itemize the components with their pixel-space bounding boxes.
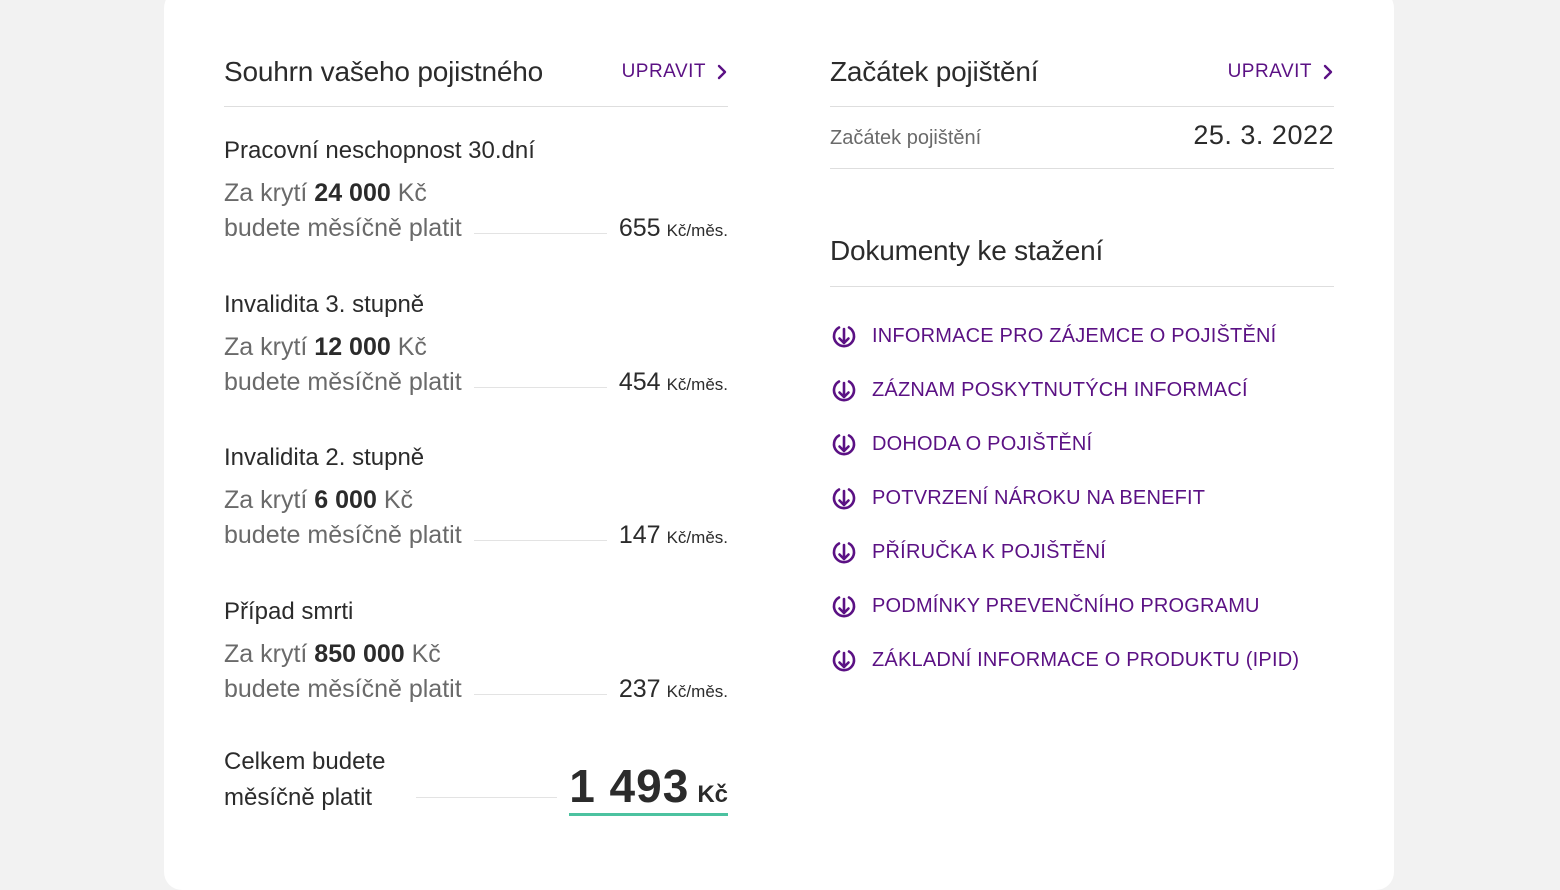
documents-header: Dokumenty ke stažení <box>830 231 1334 271</box>
monthly-payment-label: budete měsíčně platit <box>224 368 462 396</box>
document-label: PODMÍNKY PREVENČNÍHO PROGRAMU <box>872 594 1260 617</box>
leader-line <box>473 233 607 234</box>
monthly-payment-row: budete měsíčně platit 454 Kč/měs. <box>224 368 728 402</box>
coverage-amount-line: Za krytí 12 000 Kč <box>224 332 728 362</box>
insurance-start-title: Začátek pojištění <box>830 56 1039 87</box>
chevron-right-icon <box>717 64 727 80</box>
monthly-amount: 454 <box>618 368 661 396</box>
leader-line <box>416 797 558 798</box>
coverage-title: Pracovní neschopnost 30.dní <box>224 137 535 164</box>
coverage-amount: 850 000 <box>314 640 405 668</box>
documents-list: INFORMACE PRO ZÁJEMCE O POJIŠTĚNÍ ZÁZNAM… <box>830 309 1334 687</box>
divider <box>830 286 1334 287</box>
download-icon <box>832 542 856 564</box>
coverage-currency: Kč <box>383 486 413 514</box>
total-label-line: Celkem budete <box>224 748 386 775</box>
download-icon <box>832 380 856 402</box>
insurance-start-header: Začátek pojištění UPRAVIT <box>830 52 1334 92</box>
divider <box>830 168 1334 169</box>
total-currency: Kč <box>697 781 728 808</box>
monthly-amount: 655 <box>618 214 661 242</box>
download-icon <box>832 488 856 510</box>
coverage-prefix: Za krytí <box>224 486 308 514</box>
document-label: INFORMACE PRO ZÁJEMCE O POJIŠTĚNÍ <box>872 324 1277 347</box>
document-label: PŘÍRUČKA K POJIŠTĚNÍ <box>872 540 1107 563</box>
start-date-value: 25. 3. 2022 <box>1193 120 1334 150</box>
start-date-row: Začátek pojištění 25. 3. 2022 <box>830 120 1334 151</box>
monthly-amount: 237 <box>618 675 661 703</box>
download-icon <box>832 596 856 618</box>
coverage-amount: 24 000 <box>314 179 391 207</box>
monthly-unit: Kč/měs. <box>666 221 728 240</box>
coverage-item: Invalidita 3. stupně Za krytí 12 000 Kč … <box>224 290 728 402</box>
document-label: POTVRZENÍ NÁROKU NA BENEFIT <box>872 486 1206 509</box>
monthly-unit: Kč/měs. <box>666 682 728 701</box>
coverage-prefix: Za krytí <box>224 640 308 668</box>
divider <box>224 106 728 107</box>
download-icon <box>832 434 856 456</box>
edit-start-button[interactable]: UPRAVIT <box>1228 61 1334 83</box>
total-label-line: měsíčně platit <box>224 784 373 811</box>
coverage-prefix: Za krytí <box>224 179 308 207</box>
edit-start-label: UPRAVIT <box>1227 61 1312 82</box>
document-link[interactable]: POTVRZENÍ NÁROKU NA BENEFIT <box>830 471 1334 525</box>
document-link[interactable]: DOHODA O POJIŠTĚNÍ <box>830 417 1334 471</box>
document-link[interactable]: ZÁZNAM POSKYTNUTÝCH INFORMACÍ <box>830 363 1334 417</box>
document-label: ZÁZNAM POSKYTNUTÝCH INFORMACÍ <box>872 378 1248 401</box>
coverage-amount-line: Za krytí 6 000 Kč <box>224 485 728 515</box>
coverage-prefix: Za krytí <box>224 333 308 361</box>
document-link[interactable]: ZÁKLADNÍ INFORMACE O PRODUKTU (IPID) <box>830 633 1334 687</box>
divider <box>830 106 1334 107</box>
chevron-right-icon <box>1323 64 1333 80</box>
total-label: Celkem budete měsíčně platit <box>224 744 404 816</box>
documents-title: Dokumenty ke stažení <box>830 235 1104 266</box>
download-icon <box>832 650 856 672</box>
coverage-currency: Kč <box>411 640 441 668</box>
leader-line <box>473 540 607 541</box>
coverage-item: Případ smrti Za krytí 850 000 Kč budete … <box>224 597 728 709</box>
monthly-payment-row: budete měsíčně platit 237 Kč/měs. <box>224 675 728 709</box>
coverage-amount: 12 000 <box>314 333 391 361</box>
coverage-title: Případ smrti <box>224 598 354 625</box>
monthly-payment-label: budete měsíčně platit <box>224 675 462 703</box>
document-link[interactable]: PŘÍRUČKA K POJIŠTĚNÍ <box>830 525 1334 579</box>
premium-summary-title: Souhrn vašeho pojistného <box>224 56 543 87</box>
edit-premium-button[interactable]: UPRAVIT <box>622 61 728 83</box>
coverage-currency: Kč <box>397 333 427 361</box>
monthly-payment-label: budete měsíčně platit <box>224 521 462 549</box>
leader-line <box>473 694 607 695</box>
document-link[interactable]: INFORMACE PRO ZÁJEMCE O POJIŠTĚNÍ <box>830 309 1334 363</box>
edit-premium-label: UPRAVIT <box>621 61 706 82</box>
monthly-payment-row: budete měsíčně platit 147 Kč/měs. <box>224 521 728 555</box>
leader-line <box>473 387 607 388</box>
coverage-title: Invalidita 3. stupně <box>224 291 425 318</box>
coverage-amount-line: Za krytí 24 000 Kč <box>224 178 728 208</box>
monthly-amount: 147 <box>618 521 661 549</box>
coverage-amount-line: Za krytí 850 000 Kč <box>224 639 728 669</box>
total-amount: 1 493 <box>569 760 690 812</box>
document-label: ZÁKLADNÍ INFORMACE O PRODUKTU (IPID) <box>872 648 1300 671</box>
coverage-amount: 6 000 <box>314 486 377 514</box>
premium-summary-header: Souhrn vašeho pojistného UPRAVIT <box>224 52 728 92</box>
monthly-unit: Kč/měs. <box>666 375 728 394</box>
coverage-item: Pracovní neschopnost 30.dní Za krytí 24 … <box>224 136 728 248</box>
start-date-label: Začátek pojištění <box>830 127 982 149</box>
monthly-unit: Kč/měs. <box>666 528 728 547</box>
coverage-item: Invalidita 2. stupně Za krytí 6 000 Kč b… <box>224 443 728 555</box>
coverage-currency: Kč <box>397 179 427 207</box>
total-row: Celkem budete měsíčně platit 1 493 Kč <box>224 744 728 816</box>
coverage-title: Invalidita 2. stupně <box>224 444 425 471</box>
document-label: DOHODA O POJIŠTĚNÍ <box>872 432 1093 455</box>
monthly-payment-row: budete měsíčně platit 655 Kč/měs. <box>224 214 728 248</box>
document-link[interactable]: PODMÍNKY PREVENČNÍHO PROGRAMU <box>830 579 1334 633</box>
download-icon <box>832 326 856 348</box>
monthly-payment-label: budete měsíčně platit <box>224 214 462 242</box>
total-value: 1 493 Kč <box>569 759 728 816</box>
